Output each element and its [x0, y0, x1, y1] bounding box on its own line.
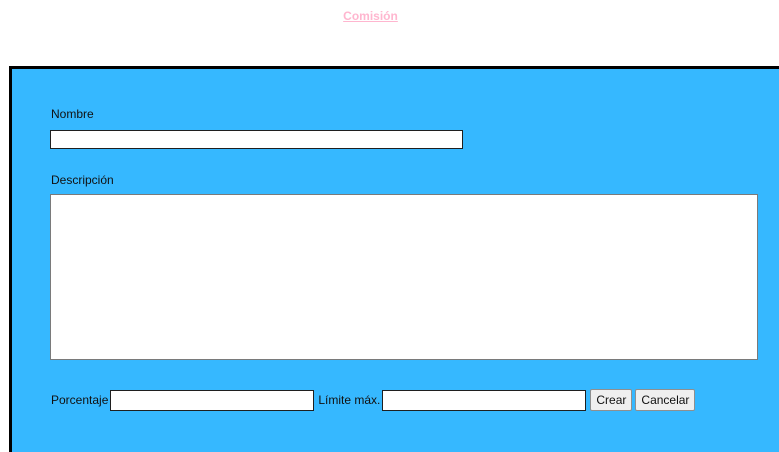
page-title[interactable]: Comisión [0, 9, 741, 23]
porcentaje-input[interactable] [110, 389, 315, 411]
crear-button[interactable]: Crear [590, 389, 633, 411]
limite-input[interactable] [382, 389, 587, 411]
form-panel: Nombre Descripción Porcentaje Límite máx… [9, 66, 779, 452]
nombre-label: Nombre [51, 107, 94, 121]
limite-label: Límite máx. [318, 393, 381, 407]
descripcion-textarea[interactable] [50, 194, 758, 360]
porcentaje-label: Porcentaje [51, 393, 109, 407]
cancelar-button[interactable]: Cancelar [635, 389, 696, 411]
nombre-input[interactable] [50, 130, 463, 149]
descripcion-label: Descripción [51, 173, 114, 187]
bottom-row: Porcentaje Límite máx. Crear Cancelar [51, 388, 698, 412]
